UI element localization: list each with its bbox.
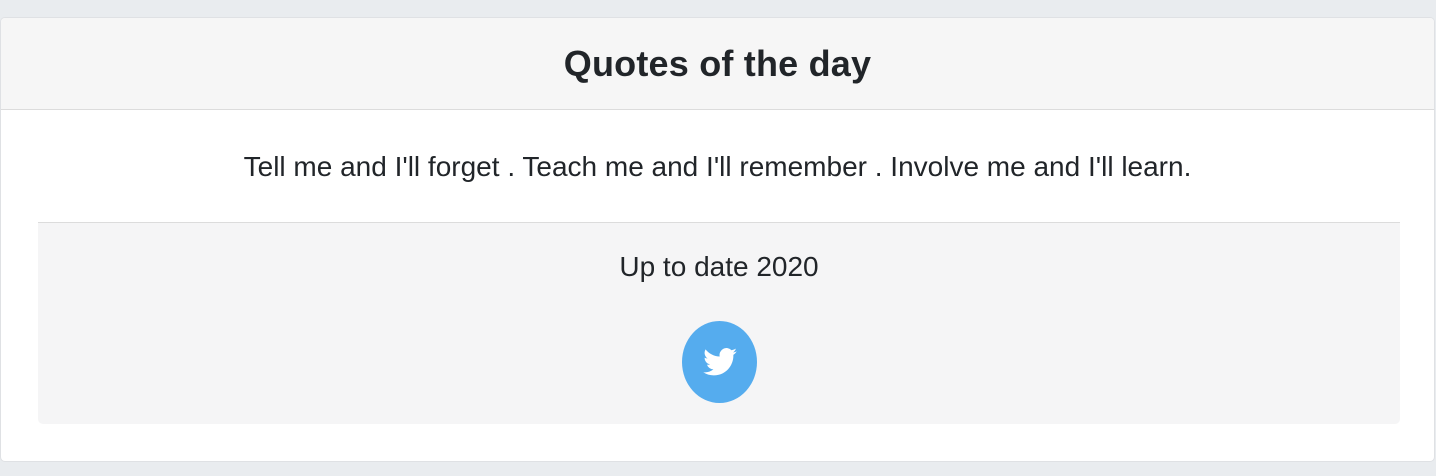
quote-card: Quotes of the day Tell me and I'll forge…	[0, 17, 1435, 462]
card-footer: Up to date 2020	[38, 222, 1400, 424]
tweet-button[interactable]	[682, 321, 757, 403]
twitter-icon	[702, 348, 737, 376]
quote-text: Tell me and I'll forget . Teach me and I…	[243, 150, 1192, 182]
footer-date-text: Up to date 2020	[619, 251, 819, 282]
page-title: Quotes of the day	[563, 42, 872, 84]
card-header: Quotes of the day	[1, 18, 1434, 110]
